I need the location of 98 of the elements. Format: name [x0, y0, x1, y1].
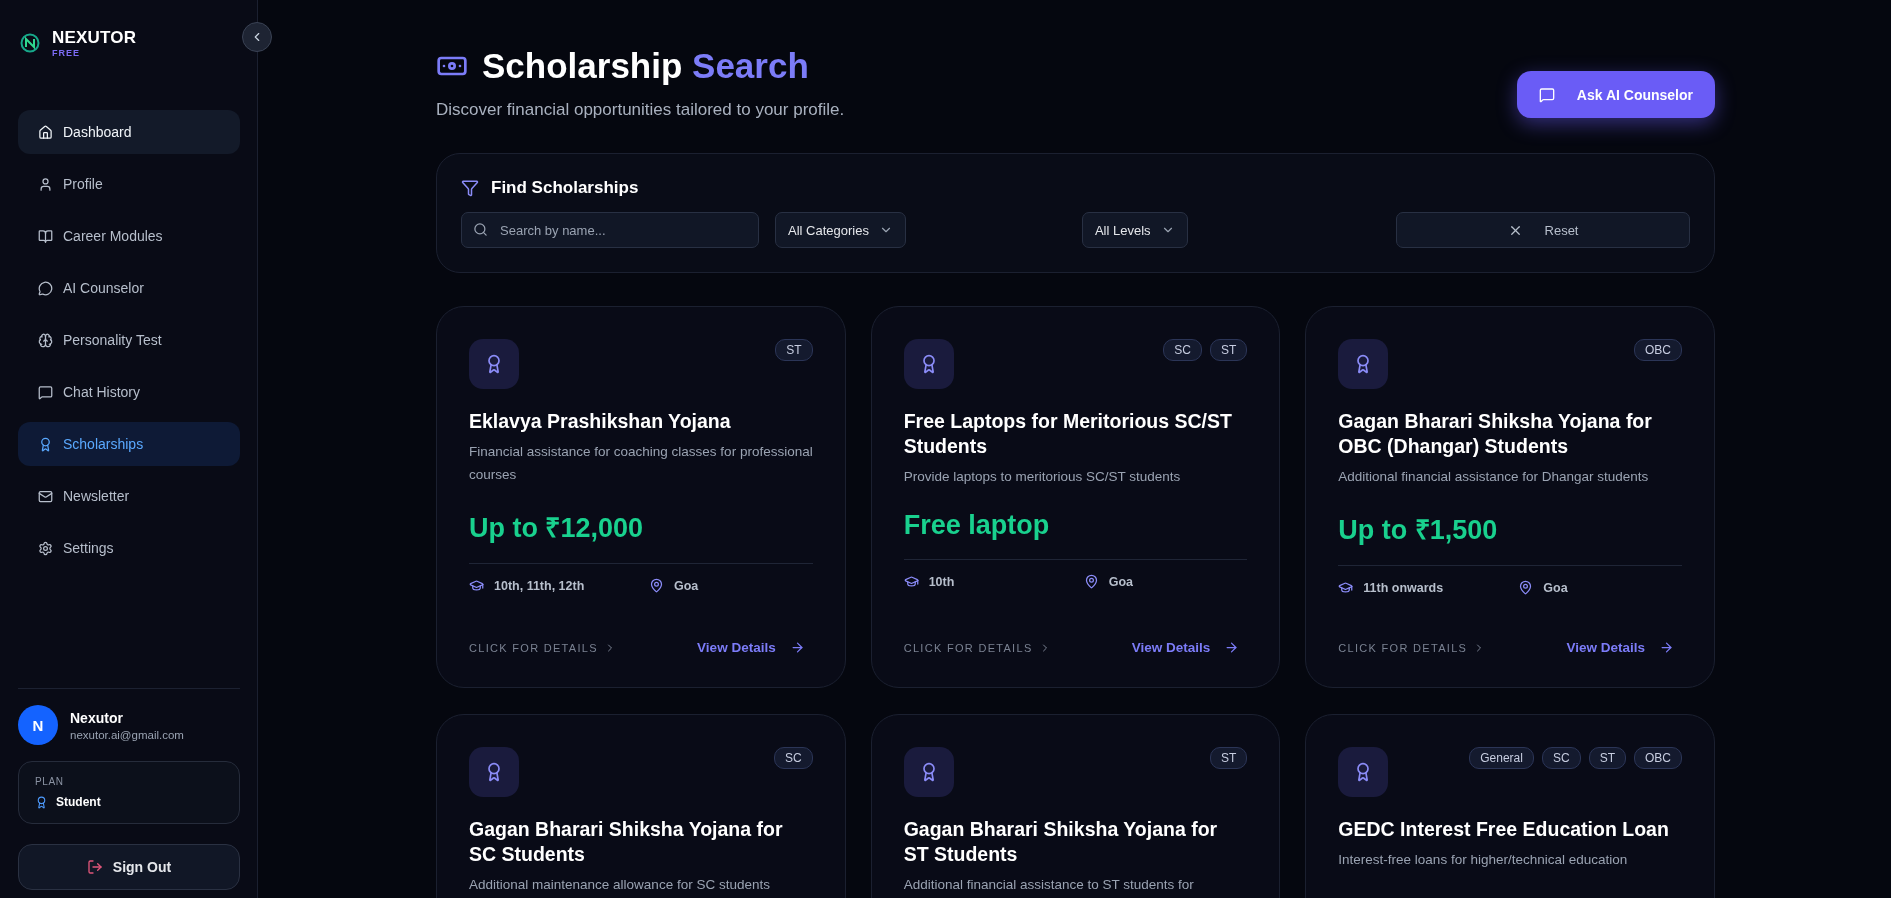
category-tag: OBC: [1633, 747, 1682, 769]
category-dropdown[interactable]: All Categories: [775, 212, 906, 248]
avatar: N: [18, 705, 58, 745]
scholarship-amount: Free laptop: [903, 510, 1051, 541]
graduation-cap-icon: [1338, 580, 1354, 595]
nav-icon: [38, 228, 53, 244]
logo-icon: [20, 33, 40, 53]
category-tag: SC: [1163, 339, 1202, 361]
scholarship-amount: Up to ₹12,000: [469, 512, 645, 545]
scholarship-description: Interest-free loans for higher/technical education: [1338, 851, 1629, 869]
award-icon: [469, 747, 519, 797]
scholarship-description: Additional maintenance allowance for SC students: [469, 876, 771, 894]
reset-button[interactable]: Reset: [1396, 212, 1690, 248]
nav-item[interactable]: Career Modules: [18, 214, 240, 258]
nav-icon: [38, 176, 53, 192]
scholarship-description: Provide laptops to meritorious SC/ST students: [903, 468, 1182, 486]
nav-item[interactable]: Newsletter: [18, 474, 240, 518]
location-pin-icon: [649, 578, 664, 593]
search-field[interactable]: Search by name...: [461, 212, 759, 248]
nav-item[interactable]: Chat History: [18, 370, 240, 414]
scholarship-title: Gagan Bharari Shiksha Yojana for SC Students: [469, 817, 784, 867]
scholarship-description: Additional financial assistance to ST students for: [903, 876, 1195, 894]
scholarship-card[interactable]: OBC Gagan Bharari Shiksha Yojana for OBC (Dhangar) Students Additional financial assistance for Dhangar students Up to ₹1,500 11th onwards Goa CLICK FOR DETAILS View Details: [1305, 306, 1715, 688]
nav-icon: [38, 488, 53, 504]
location-pin-icon: [1083, 574, 1099, 589]
sign-out-icon: [86, 859, 103, 875]
nav-icon: [38, 332, 53, 348]
scholarship-card[interactable]: SC Gagan Bharari Shiksha Yojana for SC Students Additional maintenance allowance for SC students: [436, 714, 846, 898]
brand-name: NEXUTOR: [52, 28, 137, 48]
category-tag: ST: [1210, 339, 1248, 361]
award-icon: [903, 747, 954, 797]
award-icon: [35, 795, 48, 809]
award-icon: [469, 339, 519, 389]
scholarship-title: Eklavya Prashikshan Yojana: [469, 409, 732, 434]
page-title: Scholarship Search: [482, 46, 809, 86]
category-tag: ST: [1588, 747, 1626, 769]
nav-item[interactable]: AI Counselor: [18, 266, 240, 310]
plan-label: PLAN: [35, 776, 65, 787]
category-tag: SC: [774, 747, 813, 769]
sign-out-button[interactable]: Sign Out: [18, 844, 240, 890]
collapse-button[interactable]: [242, 22, 272, 52]
plan-name: Student: [56, 795, 101, 809]
scholarship-card[interactable]: General SC ST OBC GEDC Interest Free Education Loan Interest-free loans for higher/technical education: [1305, 714, 1715, 898]
view-details-link[interactable]: View Details: [1131, 640, 1248, 655]
arrow-right-icon: [789, 640, 805, 655]
scholarship-description: Financial assistance for coaching classes for professional courses: [469, 443, 813, 484]
nav-icon: [38, 384, 53, 400]
nav-icon: [38, 540, 53, 556]
category-tag: SC: [1541, 747, 1581, 769]
graduation-cap-icon: [469, 578, 484, 593]
scholarship-amount: Up to ₹1,500: [1338, 514, 1499, 547]
category-tag: OBC: [1633, 339, 1682, 361]
user-email: nexutor.ai@gmail.com: [70, 728, 184, 741]
page-subtitle: Discover financial opportunities tailored to your profile.: [436, 100, 845, 120]
chat-bubble-icon: [1538, 86, 1555, 103]
user-name: Nexutor: [70, 709, 124, 726]
nav-icon: [38, 436, 53, 452]
details-hint: CLICK FOR DETAILS: [469, 641, 598, 654]
scholarship-title: GEDC Interest Free Education Loan: [1338, 817, 1670, 842]
category-tag: General: [1469, 747, 1534, 769]
award-icon: [1338, 339, 1389, 389]
graduation-cap-icon: [903, 574, 919, 589]
scholarship-title: Free Laptops for Meritorious SC/ST Students: [903, 409, 1233, 459]
nav-icon: [38, 124, 53, 140]
ask-ai-counselor-button[interactable]: Ask AI Counselor: [1516, 71, 1715, 118]
nav-item[interactable]: Personality Test: [18, 318, 240, 362]
location-text: Goa: [674, 578, 699, 593]
eligibility-text: 10th: [928, 574, 955, 589]
filter-icon: [461, 179, 479, 197]
location-text: Goa: [1108, 574, 1133, 589]
scholarship-title: Gagan Bharari Shiksha Yojana for ST Students: [903, 817, 1219, 867]
nav-item[interactable]: Dashboard: [18, 110, 240, 154]
scholarship-card[interactable]: ST Gagan Bharari Shiksha Yojana for ST Students Additional financial assistance to ST students for: [870, 714, 1281, 898]
scholarship-card[interactable]: SC ST Free Laptops for Meritorious SC/ST Students Provide laptops to meritorious SC/ST students Free laptop 10th Goa CLICK FOR DETAILS View Details: [870, 306, 1281, 688]
details-hint: CLICK FOR DETAILS: [1338, 641, 1468, 654]
nav-item[interactable]: Profile: [18, 162, 240, 206]
arrow-right-icon: [1224, 640, 1240, 655]
details-hint: CLICK FOR DETAILS: [903, 641, 1033, 654]
view-details-link[interactable]: View Details: [1566, 640, 1682, 655]
arrow-right-icon: [1659, 640, 1674, 655]
scholarship-title: Gagan Bharari Shiksha Yojana for OBC (Dhangar) Students: [1338, 409, 1653, 459]
award-icon: [1338, 747, 1389, 797]
award-icon: [903, 339, 954, 389]
category-tag: ST: [775, 339, 813, 361]
nav-item[interactable]: Scholarships: [18, 422, 240, 466]
plan-tier-label: FREE: [52, 48, 81, 58]
scholarship-description: Additional financial assistance for Dhangar students: [1338, 468, 1650, 486]
location-text: Goa: [1543, 580, 1568, 595]
location-pin-icon: [1518, 580, 1534, 595]
view-details-link[interactable]: View Details: [697, 640, 813, 655]
level-dropdown[interactable]: All Levels: [1081, 212, 1188, 248]
eligibility-text: 11th onwards: [1363, 580, 1444, 595]
category-tag: ST: [1210, 747, 1248, 769]
scholarship-card[interactable]: ST Eklavya Prashikshan Yojana Financial assistance for coaching classes for professional courses Up to ₹12,000 10th, 11th, 12th Goa CLICK FOR DETAILS View Details: [436, 306, 846, 688]
nav-item[interactable]: Settings: [18, 526, 240, 570]
filter-title: Find Scholarships: [491, 178, 639, 198]
nav-icon: [38, 280, 53, 296]
eligibility-text: 10th, 11th, 12th: [494, 578, 585, 593]
